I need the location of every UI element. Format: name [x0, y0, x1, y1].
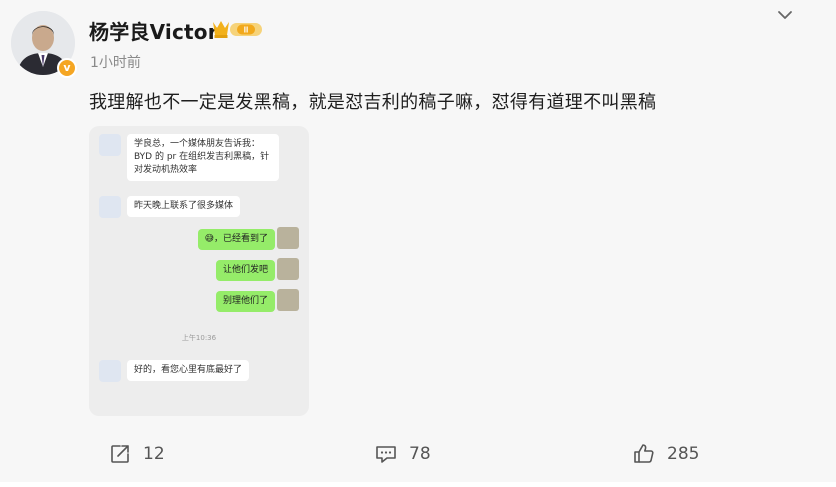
chat-time-label: 上午10:36 — [181, 334, 217, 342]
chat-avatar-right — [277, 289, 299, 311]
comment-count: 78 — [409, 444, 431, 464]
chat-avatar-right — [277, 227, 299, 249]
repost-icon — [111, 445, 129, 463]
chat-avatar-left — [99, 134, 121, 156]
chat-message: 别理他们了 — [215, 291, 275, 312]
comment-icon — [376, 446, 396, 463]
repost-count: 12 — [143, 444, 165, 464]
divider — [0, 482, 836, 487]
chat-avatar-right — [277, 258, 299, 280]
weibo-post: v 杨学良Victor II 1小时前 我理解也不一定是发黑稿，就是怼吉利的稿子… — [0, 0, 836, 487]
thumbs-up-icon — [634, 444, 654, 463]
post-timestamp: 1小时前 — [90, 55, 141, 71]
chat-message: 让他们发吧 — [215, 260, 275, 281]
comment-button[interactable]: 78 — [374, 440, 431, 468]
chat-message: 昨天晚上联系了很多媒体 — [127, 196, 241, 217]
verified-badge-icon: v — [57, 58, 77, 78]
chat-avatar-left — [99, 196, 121, 218]
chat-message: 好的，看您心里有底最好了 — [127, 360, 250, 381]
post-body-text: 我理解也不一定是发黑稿，就是怼吉利的稿子嘛，怼得有道理不叫黑稿 — [89, 92, 657, 113]
chat-screenshot-image[interactable]: 学良总，一个媒体朋友告诉我：BYD 的 pr 在组织发吉利黑稿，针对发动机热效率… — [89, 126, 309, 416]
chevron-down-icon[interactable] — [774, 6, 796, 24]
chat-message: 学良总，一个媒体朋友告诉我：BYD 的 pr 在组织发吉利黑稿，针对发动机热效率 — [127, 134, 279, 181]
chat-message: 😅，已经看到了 — [197, 229, 275, 250]
like-button[interactable]: 285 — [632, 440, 699, 468]
like-count: 285 — [667, 444, 700, 464]
chat-avatar-left — [99, 360, 121, 382]
vip-level-label: II — [244, 26, 248, 35]
repost-button[interactable]: 12 — [108, 440, 165, 468]
vip-crown-icon[interactable]: II — [211, 18, 265, 40]
author-name[interactable]: 杨学良Victor — [89, 16, 218, 45]
